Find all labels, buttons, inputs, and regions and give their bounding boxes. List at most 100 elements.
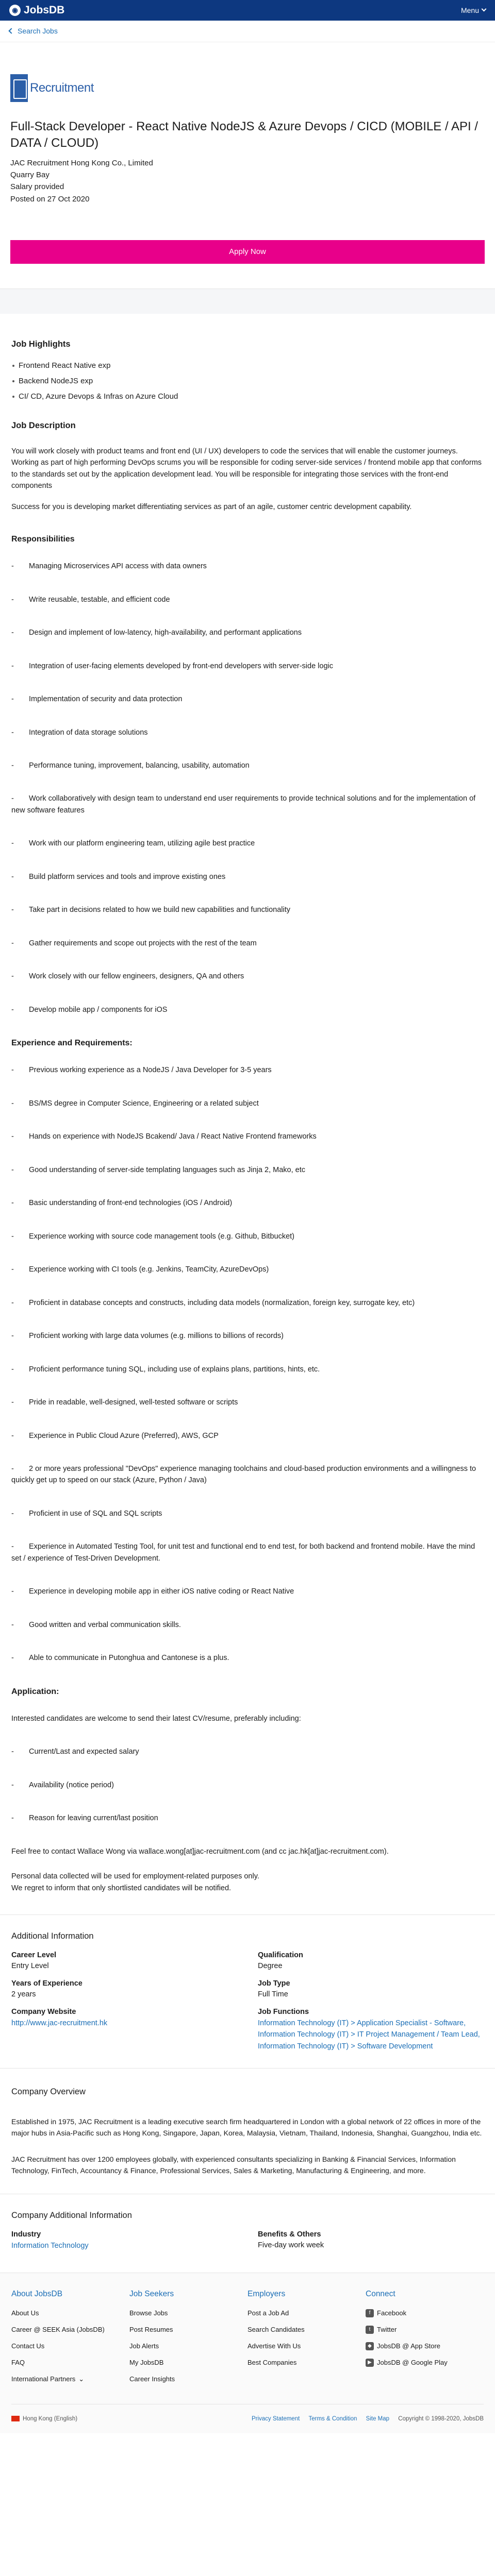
footer-col-title: Employers [248, 2290, 286, 2299]
benefits-field: Benefits & Others Five-day work week [258, 2229, 484, 2252]
company-logo-text: Recruitment [30, 80, 94, 95]
company-website-field: Company Website http://www.jac-recruitme… [11, 2007, 237, 2053]
footer-link[interactable]: Career Insights [129, 2375, 248, 2384]
requirement-item: - Basic understanding of front-end techno… [11, 1199, 233, 1208]
responsibility-item: - Integration of data storage solutions [11, 728, 148, 737]
requirement-item: - Pride in readable, well-designed, well-… [11, 1398, 238, 1407]
apply-now-button[interactable]: Apply Now [10, 240, 485, 264]
additional-information: Additional Information Career Level Entr… [0, 1914, 495, 2068]
requirement-item: - Experience in Automated Testing Tool, f… [11, 1543, 475, 1563]
job-highlights-list: Frontend React Native exp Backend NodeJS… [11, 358, 484, 404]
footer-link[interactable]: About Us [11, 2309, 129, 2318]
posted-date: Posted on 27 Oct 2020 [10, 194, 90, 204]
company-additional-information: Company Additional Information Industry … [0, 2194, 495, 2274]
contact-info: Feel free to contact Wallace Wong via wa… [11, 1847, 389, 1856]
career-level-value: Entry Level [11, 1962, 49, 1971]
responsibility-item: - Work collaboratively with design team t… [11, 794, 476, 815]
sitemap-link[interactable]: Site Map [359, 2416, 389, 2422]
years-experience-field: Years of Experience 2 years [11, 1978, 237, 2001]
footer-col-connect: Connect f Facebook t Twitter ◆ JobsDB @ App… [366, 2289, 484, 2391]
responsibilities-list: - Managing Microservices API access with … [11, 561, 484, 1015]
responsibility-item: - Performance tuning, improvement, balanc… [11, 761, 250, 770]
responsibility-item: - Write reusable, testable, and efficient… [11, 595, 170, 604]
twitter-link[interactable]: t Twitter [366, 2325, 484, 2334]
footer-link[interactable]: FAQ [11, 2358, 129, 2367]
company-logo: Recruitment [10, 71, 98, 105]
industry-link[interactable]: Information Technology [11, 2242, 89, 2250]
job-type-value: Full Time [258, 1990, 288, 1998]
footer-link[interactable]: Browse Jobs [129, 2309, 248, 2318]
company-overview: Company Overview Established in 1975, JA… [0, 2067, 495, 2195]
job-body: Job Highlights Frontend React Native exp… [0, 314, 495, 1894]
job-highlights-title: Job Highlights [11, 339, 71, 349]
facebook-link[interactable]: f Facebook [366, 2309, 484, 2318]
years-experience-value: 2 years [11, 1990, 36, 1998]
chevron-down-icon: ⌄ [78, 2375, 85, 2383]
requirement-item: - Proficient in database concepts and con… [11, 1298, 415, 1307]
top-navbar: ◉ JobsDB Menu [0, 0, 495, 21]
description-paragraph: Success for you is developing market dif… [11, 502, 412, 511]
footer-link[interactable]: Post a Job Ad [248, 2309, 366, 2318]
footer-link[interactable]: Post Resumes [129, 2325, 248, 2334]
responsibility-item: - Managing Microservices API access with … [11, 562, 207, 571]
terms-link[interactable]: Terms & Condition [302, 2416, 357, 2422]
requirement-item: - Experience in developing mobile app in … [11, 1587, 294, 1596]
site-footer: About JobsDB About Us Career @ SEEK Asia… [0, 2273, 495, 2434]
footer-col-job-seekers: Job Seekers Browse Jobs Post Resumes Job… [129, 2289, 248, 2391]
back-bar: Search Jobs [0, 21, 495, 42]
additional-information-title: Additional Information [11, 1931, 94, 1941]
footer-link[interactable]: Career @ SEEK Asia (JobsDB) [11, 2325, 129, 2334]
highlight-item: Backend NodeJS exp [11, 374, 484, 389]
requirement-item: - Good written and verbal communication s… [11, 1620, 181, 1629]
responsibility-item: - Take part in decisions related to how w… [11, 906, 290, 914]
footer-link[interactable]: Best Companies [248, 2358, 366, 2367]
section-divider [0, 289, 495, 314]
footer-link[interactable]: My JobsDB [129, 2358, 248, 2367]
qualification-value: Degree [258, 1962, 283, 1971]
copyright: Copyright © 1998-2020, JobsDB [398, 2415, 484, 2422]
overview-paragraph: JAC Recruitment has over 1200 employees … [11, 2155, 456, 2175]
company-additional-title: Company Additional Information [11, 2211, 132, 2221]
footer-col-title: Job Seekers [129, 2290, 174, 2299]
footer-col-title: Connect [366, 2290, 395, 2299]
facebook-icon: f [366, 2309, 374, 2317]
application-item: - Reason for leaving current/last positio… [11, 1814, 158, 1823]
highlight-item: Frontend React Native exp [11, 358, 484, 374]
footer-bottom: Hong Kong (English) Privacy Statement Te… [11, 2403, 484, 2424]
industry-label: Industry [11, 2230, 41, 2239]
job-location: Quarry Bay [10, 171, 50, 180]
application-item: - Current/Last and expected salary [11, 1748, 139, 1756]
company-logo-mark [10, 74, 28, 102]
experience-list: - Previous working experience as a NodeJS… [11, 1064, 484, 1664]
requirement-item: - Proficient performance tuning SQL, incl… [11, 1365, 320, 1374]
career-level-field: Career Level Entry Level [11, 1950, 237, 1972]
requirement-item: - Proficient in use of SQL and SQL script… [11, 1509, 162, 1518]
experience-title: Experience and Requirements: [11, 1039, 133, 1048]
google-play-link[interactable]: ▶ JobsDB @ Google Play [366, 2358, 484, 2367]
responsibility-item: - Design and implement of low-latency, hi… [11, 629, 302, 637]
footer-link-international[interactable]: International Partners ⌄ [11, 2375, 129, 2384]
privacy-link[interactable]: Privacy Statement [244, 2416, 300, 2422]
career-level-label: Career Level [11, 1951, 57, 1960]
responsibility-item: - Integration of user-facing elements dev… [11, 662, 333, 670]
requirement-item: - Experience in Public Cloud Azure (Prefe… [11, 1431, 219, 1440]
responsibility-item: - Work closely with our fellow engineers,… [11, 972, 244, 981]
search-jobs-link[interactable]: Search Jobs [8, 26, 58, 36]
responsibility-item: - Develop mobile app / components for iOS [11, 1005, 168, 1014]
benefits-label: Benefits & Others [258, 2230, 321, 2239]
footer-link[interactable]: Contact Us [11, 2342, 129, 2351]
job-meta: JAC Recruitment Hong Kong Co., Limited Q… [10, 157, 485, 205]
app-store-link[interactable]: ◆ JobsDB @ App Store [366, 2342, 484, 2351]
job-functions-links[interactable]: Information Technology (IT) > Applicatio… [258, 2019, 480, 2051]
job-description-title: Job Description [11, 420, 76, 430]
menu-button[interactable]: Menu [461, 5, 487, 15]
company-website-link[interactable]: http://www.jac-recruitment.hk [11, 2019, 107, 2027]
footer-link[interactable]: Search Candidates [248, 2325, 366, 2334]
region-selector[interactable]: Hong Kong (English) [11, 2415, 77, 2424]
footer-link[interactable]: Advertise With Us [248, 2342, 366, 2351]
years-experience-label: Years of Experience [11, 1979, 82, 1988]
footer-link[interactable]: Job Alerts [129, 2342, 248, 2351]
jobsdb-logo[interactable]: ◉ JobsDB [9, 3, 64, 18]
privacy-note: Personal data collected will be used for… [11, 1872, 259, 1881]
responsibility-item: - Build platform services and tools and i… [11, 872, 226, 881]
